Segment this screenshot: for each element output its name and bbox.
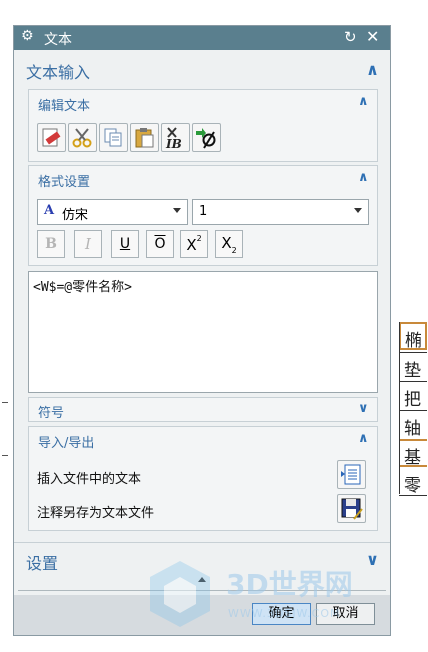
bold-label: B [45,236,57,252]
chevron-down-icon [173,208,181,213]
paste-icon [135,128,154,148]
background-table: 椭 垫 把 轴 基 零 [399,320,428,496]
symbols-panel: 符号 ∨ [28,397,378,422]
font-select-value: 仿宋 [62,208,89,223]
table-border [399,322,400,494]
subscript-label: X [221,234,232,252]
ok-button[interactable]: 确定 [252,603,311,625]
symbols-title[interactable]: 符号 [38,402,64,421]
edit-text-title[interactable]: 编辑文本 [38,95,90,114]
footer-divider [18,590,386,591]
insert-symbol-icon [196,128,216,149]
font-select[interactable]: A 仿宋 [37,199,188,225]
underline-label: U [119,236,131,252]
cancel-button[interactable]: 取消 [316,603,375,625]
import-export-panel: 导入/导出 ∧ 插入文件中的文本 注释另存为文本文件 [28,426,378,531]
eraser-button[interactable] [37,123,66,152]
format-title[interactable]: 格式设置 [38,171,90,190]
chevron-up-icon[interactable]: ∧ [358,431,369,446]
table-cell: 垫 [399,352,427,381]
superscript-label: X [186,236,197,254]
superscript-mark: 2 [196,234,202,243]
edit-text-panel: 编辑文本 ∧ IB [28,89,378,162]
import-export-title[interactable]: 导入/导出 [38,432,94,451]
gear-icon[interactable]: ⚙ [21,28,34,44]
background-tick [2,455,8,456]
subscript-button[interactable]: X2 [215,230,243,258]
paste-button[interactable] [130,123,159,152]
table-cell: 轴 [399,410,427,439]
italic-button[interactable]: I [74,230,102,258]
table-cell: 把 [399,381,427,410]
copy-icon [104,128,122,147]
cut-button[interactable] [68,123,97,152]
cut-icon [72,128,92,148]
table-cell: 零 [399,468,427,496]
reset-icon[interactable]: ↻ [344,28,357,46]
settings-section-title[interactable]: 设置 [26,550,58,574]
settings-divider [14,542,390,543]
overline-label: O [154,236,166,252]
chevron-up-icon[interactable]: ∧ [366,60,379,79]
dialog-title: 文本 [44,32,72,48]
dialog-titlebar: ⚙ 文本 ↻ ✕ [14,26,390,50]
save-icon [341,498,363,520]
size-select-value: 1 [199,204,208,219]
chevron-down-icon[interactable]: ∨ [358,401,369,416]
table-cell: 基 [399,439,427,468]
text-input-section-title[interactable]: 文本输入 [26,59,90,83]
italic-label: I [85,235,91,253]
superscript-button[interactable]: X2 [180,230,208,258]
bold-button[interactable]: B [37,230,65,258]
chevron-up-icon[interactable]: ∧ [358,170,369,185]
save-as-text-label: 注释另存为文本文件 [37,506,155,521]
chevron-down-icon [354,208,362,213]
close-icon[interactable]: ✕ [366,27,379,46]
overline-button[interactable]: O [146,230,174,258]
insert-symbol-button[interactable] [192,123,221,152]
copy-button[interactable] [99,123,128,152]
chevron-down-icon[interactable]: ∨ [366,550,379,569]
chevron-up-icon[interactable]: ∧ [358,94,369,109]
subscript-mark: 2 [231,246,237,255]
text-editor[interactable]: <W$=@零件名称> [28,271,378,393]
table-cell: 椭 [399,322,427,351]
save-as-text-button[interactable] [337,494,366,523]
underline-button[interactable]: U [111,230,139,258]
insert-from-file-label: 插入文件中的文本 [37,472,142,487]
size-select[interactable]: 1 [192,199,369,225]
delete-attribute-button[interactable]: IB [161,123,190,152]
background-tick [2,402,8,403]
insert-from-file-button[interactable] [337,460,366,489]
font-glyph-icon: A [44,203,55,218]
delete-attribute-icon: IB [165,127,182,151]
insert-file-icon [341,464,361,485]
eraser-icon [42,128,61,147]
text-dialog: ⚙ 文本 ↻ ✕ 文本输入 ∧ 编辑文本 ∧ IB 格式设置 ∧ A 仿宋 1 … [13,25,391,636]
svg-text:IB: IB [165,137,182,151]
format-panel: 格式设置 ∧ A 仿宋 1 B I U O X2 X2 [28,165,378,266]
resize-grip[interactable] [198,577,206,582]
